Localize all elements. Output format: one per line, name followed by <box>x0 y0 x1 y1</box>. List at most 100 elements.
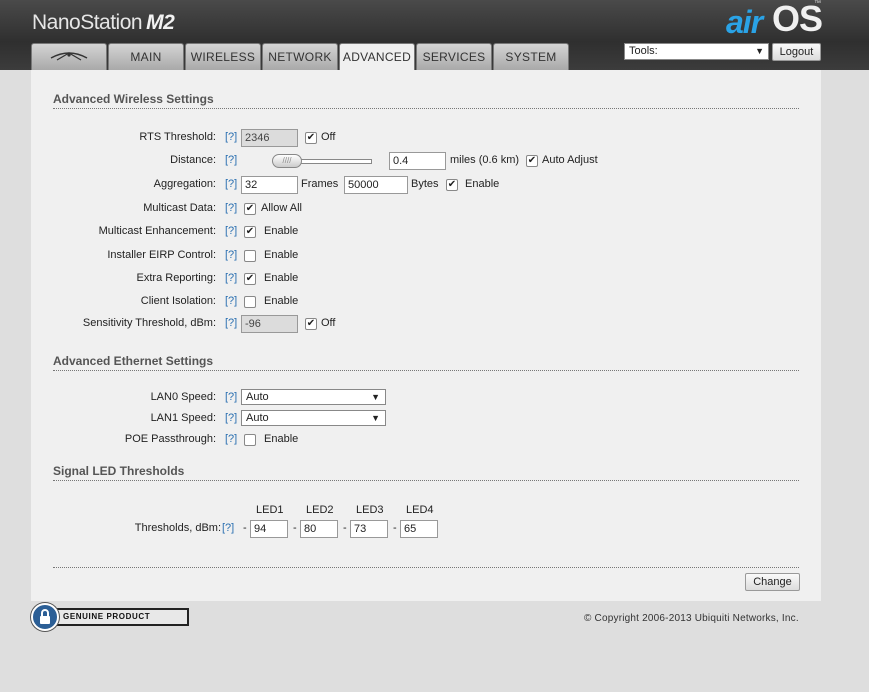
led-thresholds-row: Thresholds, dBm: [?] - 94 - 80 - 73 - 65 <box>31 520 821 538</box>
led1-header: LED1 <box>256 504 284 516</box>
lan1-speed-label: LAN1 Speed: <box>150 412 216 424</box>
installer-eirp-label: Installer EIRP Control: <box>107 249 216 261</box>
section-advanced-wireless: Advanced Wireless Settings <box>53 92 799 109</box>
genuine-product-text: GENUINE PRODUCT <box>53 608 189 626</box>
copyright-text: © Copyright 2006-2013 Ubiquiti Networks,… <box>584 613 799 624</box>
sensitivity-threshold-input[interactable]: -96 <box>241 315 298 333</box>
aggregation-label: Aggregation: <box>153 178 216 190</box>
aggregation-enable-label: Enable <box>465 178 500 190</box>
multicast-enhancement-label: Multicast Enhancement: <box>98 225 216 237</box>
chevron-down-icon: ▼ <box>371 392 380 402</box>
client-isolation-enable-label: Enable <box>264 295 299 307</box>
footer-divider <box>53 552 799 568</box>
lan1-help-link[interactable]: [?] <box>225 412 237 424</box>
change-button[interactable]: Change <box>745 573 800 591</box>
lan0-speed-row: LAN0 Speed: [?] Auto ▼ <box>31 389 821 407</box>
installer-eirp-help-link[interactable]: [?] <box>225 249 237 261</box>
bytes-label: Bytes <box>411 178 439 190</box>
frames-label: Frames <box>301 178 339 190</box>
lock-icon <box>31 603 59 631</box>
multicast-enhancement-checkbox[interactable]: ✔ <box>244 226 256 238</box>
auto-adjust-label: Auto Adjust <box>542 154 598 166</box>
led4-threshold-input[interactable]: 65 <box>400 520 438 538</box>
extra-reporting-checkbox[interactable]: ✔ <box>244 273 256 285</box>
extra-reporting-row: Extra Reporting: [?] ✔ Enable <box>31 270 821 288</box>
distance-input[interactable]: 0.4 <box>389 152 446 170</box>
aggregation-bytes-input[interactable]: 50000 <box>344 176 408 194</box>
led2-dash: - <box>293 522 297 534</box>
tab-services[interactable]: SERVICES <box>416 43 492 70</box>
top-header: NanoStation M2 air OS ™ MAIN WIRELESS NET… <box>0 0 869 71</box>
poe-help-link[interactable]: [?] <box>225 433 237 445</box>
ubiquiti-logo-icon <box>50 52 88 61</box>
rts-off-label: Off <box>321 131 336 143</box>
aggregation-frames-input[interactable]: 32 <box>241 176 298 194</box>
led2-header: LED2 <box>306 504 334 516</box>
aggregation-enable-checkbox[interactable]: ✔ <box>446 179 458 191</box>
multicast-allow-all-checkbox[interactable]: ✔ <box>244 203 256 215</box>
distance-help-link[interactable]: [?] <box>225 154 237 166</box>
led2-threshold-input[interactable]: 80 <box>300 520 338 538</box>
multicast-enhancement-help-link[interactable]: [?] <box>225 225 237 237</box>
led3-header: LED3 <box>356 504 384 516</box>
sensitivity-threshold-label: Sensitivity Threshold, dBm: <box>82 317 216 329</box>
airos-logo-air: air <box>726 4 763 40</box>
extra-reporting-label: Extra Reporting: <box>136 272 216 284</box>
multicast-data-label: Multicast Data: <box>143 202 216 214</box>
rts-threshold-input[interactable]: 2346 <box>241 129 298 147</box>
led-help-link[interactable]: [?] <box>222 522 234 534</box>
led4-dash: - <box>393 522 397 534</box>
poe-passthrough-checkbox[interactable] <box>244 434 256 446</box>
extra-reporting-help-link[interactable]: [?] <box>225 272 237 284</box>
multicast-enhancement-row: Multicast Enhancement: [?] ✔ Enable <box>31 223 821 241</box>
poe-passthrough-enable-label: Enable <box>264 433 299 445</box>
lan0-help-link[interactable]: [?] <box>225 391 237 403</box>
client-isolation-checkbox[interactable] <box>244 296 256 308</box>
advanced-settings-panel: Advanced Wireless Settings RTS Threshold… <box>31 70 821 601</box>
tab-home-logo[interactable] <box>31 43 107 70</box>
tab-main[interactable]: MAIN <box>108 43 184 70</box>
tab-system[interactable]: SYSTEM <box>493 43 569 70</box>
tab-advanced[interactable]: ADVANCED <box>339 43 415 71</box>
lan1-speed-select[interactable]: Auto ▼ <box>241 410 386 426</box>
led3-dash: - <box>343 522 347 534</box>
distance-slider[interactable]: //// <box>272 152 372 170</box>
installer-eirp-enable-label: Enable <box>264 249 299 261</box>
rts-threshold-row: RTS Threshold: [?] 2346 ✔ Off <box>31 129 821 147</box>
auto-adjust-checkbox[interactable]: ✔ <box>526 155 538 167</box>
product-name: NanoStation <box>32 11 143 34</box>
section-signal-led: Signal LED Thresholds <box>53 464 799 481</box>
logout-button[interactable]: Logout <box>772 43 821 61</box>
installer-eirp-row: Installer EIRP Control: [?] Enable <box>31 247 821 265</box>
sensitivity-off-label: Off <box>321 317 336 329</box>
aggregation-row: Aggregation: [?] 32 Frames 50000 Bytes ✔… <box>31 176 821 194</box>
chevron-down-icon: ▼ <box>755 46 764 56</box>
rts-off-checkbox[interactable]: ✔ <box>305 132 317 144</box>
lan1-speed-value: Auto <box>246 412 269 424</box>
client-isolation-help-link[interactable]: [?] <box>225 295 237 307</box>
airos-logo-tm: ™ <box>814 0 821 7</box>
sensitivity-help-link[interactable]: [?] <box>225 317 237 329</box>
poe-passthrough-label: POE Passthrough: <box>124 433 216 445</box>
extra-reporting-enable-label: Enable <box>264 272 299 284</box>
sensitivity-threshold-row: Sensitivity Threshold, dBm: [?] -96 ✔ Of… <box>31 315 821 333</box>
tab-wireless[interactable]: WIRELESS <box>185 43 261 70</box>
rts-help-link[interactable]: [?] <box>225 131 237 143</box>
multicast-allow-all-label: Allow All <box>261 202 302 214</box>
multicast-help-link[interactable]: [?] <box>225 202 237 214</box>
led4-header: LED4 <box>406 504 434 516</box>
distance-slider-handle[interactable]: //// <box>272 154 302 168</box>
distance-unit: miles (0.6 km) <box>450 154 520 166</box>
lan0-speed-value: Auto <box>246 391 269 403</box>
aggregation-help-link[interactable]: [?] <box>225 178 237 190</box>
led-thresholds-label: Thresholds, dBm: <box>134 522 221 534</box>
installer-eirp-checkbox[interactable] <box>244 250 256 262</box>
led3-threshold-input[interactable]: 73 <box>350 520 388 538</box>
sensitivity-off-checkbox[interactable]: ✔ <box>305 318 317 330</box>
product-title: NanoStation M2 <box>32 11 175 35</box>
lan0-speed-select[interactable]: Auto ▼ <box>241 389 386 405</box>
led1-threshold-input[interactable]: 94 <box>250 520 288 538</box>
tab-network[interactable]: NETWORK <box>262 43 338 70</box>
distance-row: Distance: [?] //// 0.4 miles (0.6 km) ✔ … <box>31 152 821 170</box>
tools-select[interactable]: Tools: ▼ <box>624 43 769 60</box>
